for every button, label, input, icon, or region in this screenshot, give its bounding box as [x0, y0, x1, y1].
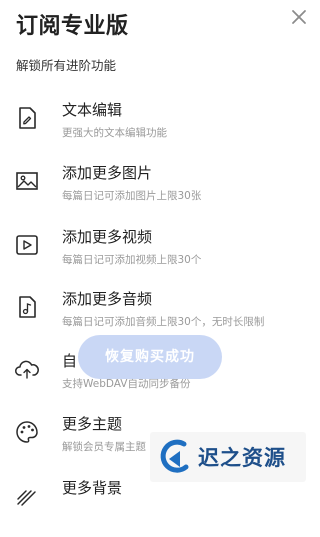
feature-name: 更多主题 — [62, 415, 123, 433]
feature-item-text-edit: 文本编辑 更强大的文本编辑功能 — [0, 99, 317, 159]
feature-name: 添加更多图片 — [62, 164, 153, 182]
palette-icon — [14, 419, 40, 445]
edit-note-icon — [14, 105, 40, 131]
background-icon — [14, 483, 40, 509]
feature-name: 文本编辑 — [62, 101, 123, 119]
image-icon — [14, 168, 40, 194]
watermark: 迟之资源 — [150, 432, 306, 482]
feature-description: 每篇日记可添加视频上限30个 — [62, 254, 202, 266]
audio-icon — [14, 294, 40, 320]
watermark-text: 迟之资源 — [198, 446, 286, 470]
cloud-upload-icon — [14, 356, 40, 382]
feature-item-images: 添加更多图片 每篇日记可添加图片上限30张 — [0, 162, 317, 222]
watermark-logo-icon — [156, 437, 194, 477]
feature-item-backgrounds: 更多背景 — [0, 477, 317, 537]
feature-name: 添加更多音频 — [62, 290, 153, 308]
page-subtitle: 解锁所有进阶功能 — [16, 58, 117, 73]
feature-description: 每篇日记可添加音频上限30个，无时长限制 — [62, 316, 265, 328]
feature-description: 更强大的文本编辑功能 — [62, 127, 167, 139]
feature-name: 更多背景 — [62, 479, 123, 497]
feature-description: 每篇日记可添加图片上限30张 — [62, 190, 202, 202]
close-button[interactable] — [288, 6, 310, 28]
subscription-sheet: 订阅专业版 解锁所有进阶功能 文本编辑 更强大的文本编辑功能 添加更多图片 每篇 — [0, 0, 317, 506]
feature-item-videos: 添加更多视频 每篇日记可添加视频上限30个 — [0, 226, 317, 286]
feature-name: 添加更多视频 — [62, 228, 153, 246]
feature-description: 解锁会员专属主题 — [62, 441, 146, 453]
feature-name: 自 — [62, 352, 78, 370]
page-title: 订阅专业版 — [16, 14, 129, 39]
close-icon — [292, 10, 306, 24]
video-icon — [14, 232, 40, 258]
success-toast: 恢复购买成功 — [78, 335, 222, 379]
